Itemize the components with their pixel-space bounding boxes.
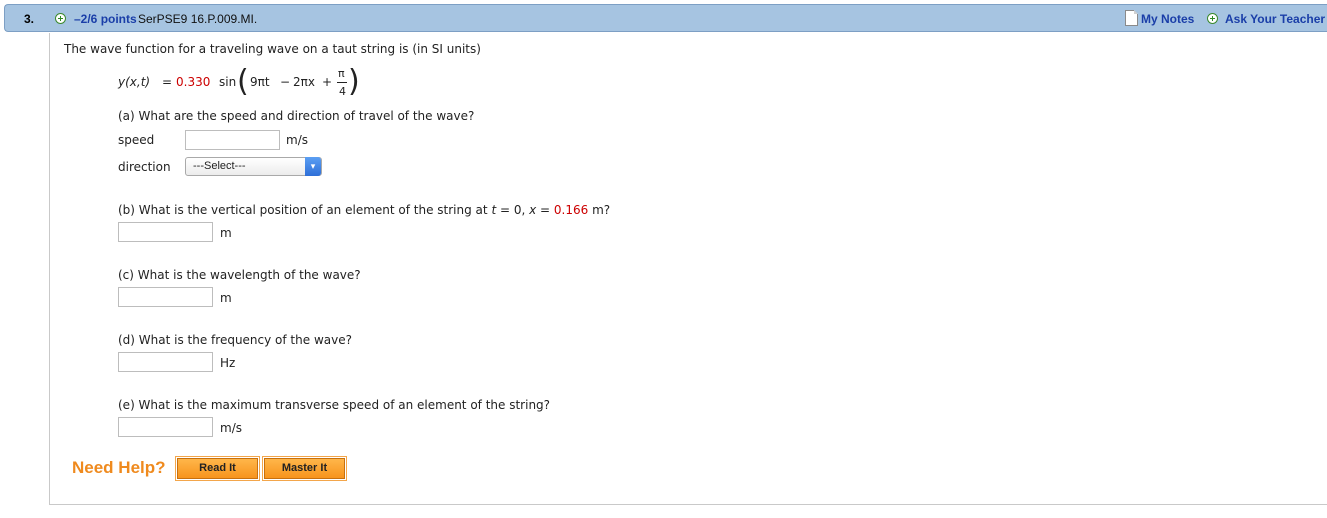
sin-function: sin <box>219 75 237 89</box>
problem-reference: SerPSE9 16.P.009.MI. <box>138 12 258 26</box>
ask-teacher-link[interactable]: Ask Your Teacher <box>1225 12 1325 26</box>
part-b-x-value: 0.166 <box>553 203 589 217</box>
part-a-question: (a) What are the speed and direction of … <box>118 109 475 123</box>
plus-circle-icon[interactable] <box>55 13 66 24</box>
notes-icon[interactable] <box>1125 10 1138 26</box>
part-d-question: (d) What is the frequency of the wave? <box>118 333 352 347</box>
equation-plus: + <box>322 75 333 89</box>
term-space: 2πx <box>293 75 315 89</box>
speed-unit: m/s <box>286 133 308 147</box>
fraction-numerator: π <box>338 67 345 80</box>
part-b-answer-input[interactable] <box>118 222 213 242</box>
part-e-unit: m/s <box>220 421 242 435</box>
term-time: 9πt <box>250 75 270 89</box>
left-paren: ( <box>237 64 249 99</box>
amplitude-value: 0.330 <box>176 75 211 89</box>
part-e-answer-input[interactable] <box>118 417 213 437</box>
part-c-unit: m <box>220 291 232 305</box>
need-help-label: Need Help? <box>72 458 166 477</box>
problem-intro: The wave function for a traveling wave o… <box>64 42 481 56</box>
part-b-unit-suffix: m? <box>588 203 611 217</box>
dropdown-arrow-icon[interactable]: ▾ <box>305 157 321 176</box>
part-b-unit: m <box>220 226 232 240</box>
equation-minus: − <box>280 75 291 89</box>
part-c-answer-input[interactable] <box>118 287 213 307</box>
fraction-denominator: 4 <box>339 85 346 98</box>
points-link[interactable]: –2/6 points <box>74 12 137 26</box>
equation-lhs: y(x,t) <box>118 75 151 89</box>
part-d-unit: Hz <box>220 356 236 370</box>
part-b-question-prefix: (b) What is the vertical position of an … <box>118 203 492 217</box>
fraction-bar <box>337 82 347 83</box>
part-c-question: (c) What is the wavelength of the wave? <box>118 268 361 282</box>
equation-equals: = <box>162 75 173 89</box>
direction-select-value: ---Select--- <box>193 160 246 172</box>
part-b-x-equals: = <box>536 203 554 217</box>
master-it-button[interactable]: Master It <box>262 456 347 481</box>
question-header: 3. –2/6 points SerPSE9 16.P.009.MI. My N… <box>4 4 1327 32</box>
speed-label: speed <box>118 133 155 147</box>
part-b-t-expression: = 0, <box>496 203 530 217</box>
my-notes-link[interactable]: My Notes <box>1141 12 1194 26</box>
part-b-question: (b) What is the vertical position of an … <box>118 203 610 217</box>
read-it-button[interactable]: Read It <box>175 456 260 481</box>
right-paren: ) <box>348 64 360 99</box>
speed-input[interactable] <box>185 130 280 150</box>
part-e-question: (e) What is the maximum transverse speed… <box>118 398 551 412</box>
plus-circle-icon[interactable] <box>1207 13 1218 24</box>
direction-label: direction <box>118 160 171 174</box>
direction-select[interactable]: ---Select--- ▾ <box>185 157 322 176</box>
part-d-answer-input[interactable] <box>118 352 213 372</box>
question-number: 3. <box>24 12 35 26</box>
